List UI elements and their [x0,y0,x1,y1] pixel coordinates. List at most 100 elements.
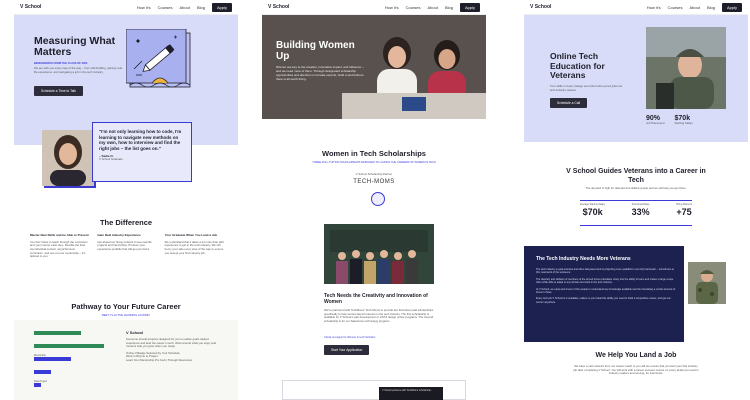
column-body: Get ahead our hiring network to see real… [97,239,152,251]
need-paragraph: The tech industry is goal-oriented and o… [536,268,674,275]
hero-stats: 90% Job Placement $70k Starting Salary [646,115,693,126]
scholarship-subtitle: THREE FULL-TUITION SCHOLARSHIPS DESIGNED… [312,161,436,164]
column-heading: Your Graduate When You Land a Job [164,233,218,237]
divider [580,225,692,226]
hero-body: We are with you every step of the way – … [34,66,123,74]
difference-column: Your Graduate When You Land a Job We und… [164,233,224,259]
pathway-chart: Mentorship Real Project [34,328,114,393]
hero-subtitle: BENCHMARKS FROM THE CLASS OF 2023 [34,62,88,65]
stat-value: 33% [631,206,650,217]
difference-title: The Difference [99,218,153,227]
hero-body: Turn skills in Code, Design and other fu… [550,84,623,92]
guide-body: The demand is high for talented and skil… [585,186,687,190]
pathway-bar [34,331,81,335]
difference-column: Gain Real Industry Experience Get ahead … [97,233,156,259]
pathway-bar [34,344,104,348]
stat-item: Post-Grad Raise 33% [632,203,650,217]
bar-label: Real Project [34,380,48,383]
pencil-illustration-icon [125,28,191,88]
nav-link-courses[interactable]: Courses [668,5,683,10]
quote-role: V School Graduate [99,157,123,162]
hero-photo [646,27,726,109]
veteran-photo-icon [646,27,726,109]
video-section: V School partners with TechMoms scholars… [282,380,466,400]
start-application-button[interactable]: Start Your Application [324,345,370,355]
person-photo-icon [42,130,94,186]
apply-button[interactable]: Apply [459,2,480,12]
apply-button[interactable]: Apply [721,2,742,12]
logo[interactable]: V School [20,4,41,10]
divider [580,200,692,201]
nav-link-how[interactable]: How it's [137,5,151,10]
page-women: V School How it's Courses About Blog App… [262,0,486,400]
nav-link-blog[interactable]: Blog [197,5,205,10]
nav-link-how[interactable]: How it's [647,5,661,10]
sponsor-logo: TECH-MOMS [353,179,395,185]
help-title: We Help You Land a Job [595,352,677,359]
creativity-link[interactable]: Check out Apply for Women in tech Schola… [324,336,375,339]
pathway-bar [34,357,71,361]
nav-link-blog[interactable]: Blog [445,5,453,10]
page-title: Measuring What Matters [34,35,116,58]
schedule-call-button[interactable]: Schedule a Call [550,98,588,108]
hero-body: Women are key to the creation, innovativ… [276,65,364,81]
need-body: The tech industry is goal-oriented and o… [536,268,676,304]
page-title: Building Women Up [276,40,355,62]
pathway-bar [34,383,41,387]
big-stats: Average Starting Salary $70k Post-Grad R… [580,203,692,217]
stat-value: $70k [582,206,603,217]
video-player[interactable]: V School partners with TechMoms scholars… [379,387,443,400]
page-veterans: V School How it's Courses About Blog App… [524,0,748,400]
nav-link-about[interactable]: About [180,5,190,10]
pathway-subtitle: MEET V's ACTIVE LEARNING JOURNEY [101,314,151,317]
schedule-button[interactable]: Schedule a Time to Talk [34,86,83,96]
navbar: V School How it's Courses About Blog App… [14,0,238,15]
stat-value: +75 [676,206,692,217]
quote-card: "I'm not only learning how to code, I'm … [92,122,192,182]
creativity-body: We've partnered with TechMoms' Tech Moms… [324,308,434,323]
avatar [42,130,94,186]
video-caption: V School partners with TechMoms scholars… [382,389,433,392]
page-title: Online Tech Education for Veterans [550,51,605,80]
sponsor-intro: V School Scholarship Partner [355,172,393,176]
nav-link-blog[interactable]: Blog [707,5,715,10]
need-paragraph: At V School, we equip and invent of the … [536,287,676,295]
illustration-image [125,28,194,93]
nav-link-about[interactable]: About [690,5,700,10]
page-measuring: V School How it's Courses About Blog App… [14,0,238,400]
nav-link-how[interactable]: How it's [385,5,399,10]
stat-item: Average Starting Salary $70k [580,203,605,217]
logo[interactable]: V School [268,4,289,10]
card-body: Someone should program designed for you … [126,337,216,349]
pathway-title: Pathway to Your Future Career [71,302,181,311]
need-paragraph: The diversity and skillsets of members o… [536,277,674,285]
logo[interactable]: V School [530,4,551,10]
nav-link-courses[interactable]: Courses [406,5,421,10]
pathway-panel: Mentorship Real Project V School Someone … [14,320,238,400]
hero-section: Building Women Up Women are key to the c… [262,15,486,119]
card-title: V School [126,330,144,335]
pathway-bar [34,370,51,374]
scholarship-title: Women in Tech Scholarships [322,149,426,158]
soldier-photo-icon [688,262,726,304]
stat-label: Starting Salary [674,121,693,125]
creativity-title: Tech Needs the Creativity and Innovation… [324,293,428,305]
stat-label: Job Placement [646,121,665,125]
pathway-card: V School Someone should program designed… [126,330,221,363]
nav-link-about[interactable]: About [428,5,438,10]
need-paragraph: Every tech job V School is is available,… [536,297,671,304]
apply-button[interactable]: Apply [211,2,232,12]
sponsor-badge-icon [371,192,385,206]
stat-item: 90% Job Placement [646,115,665,126]
soldier-photo [688,262,726,304]
help-body: We have a vast network from our career c… [573,364,699,376]
card-bullet: Learn from Mentorship Pro Certs Through … [126,357,193,362]
column-body: We understand that it takes a lot more t… [164,239,224,255]
stat-item: $70k Starting Salary [675,115,693,126]
group-photo-icon [324,224,434,284]
difference-columns: Master New Skills and be Able to Present… [30,233,224,259]
quote-text: "I'm not only learning how to code, I'm … [99,129,182,151]
nav-link-courses[interactable]: Courses [158,5,173,10]
hero-section: Online Tech Education for Veterans Turn … [524,15,748,142]
guide-title: V School Guides Veterans into a Career i… [566,168,706,184]
